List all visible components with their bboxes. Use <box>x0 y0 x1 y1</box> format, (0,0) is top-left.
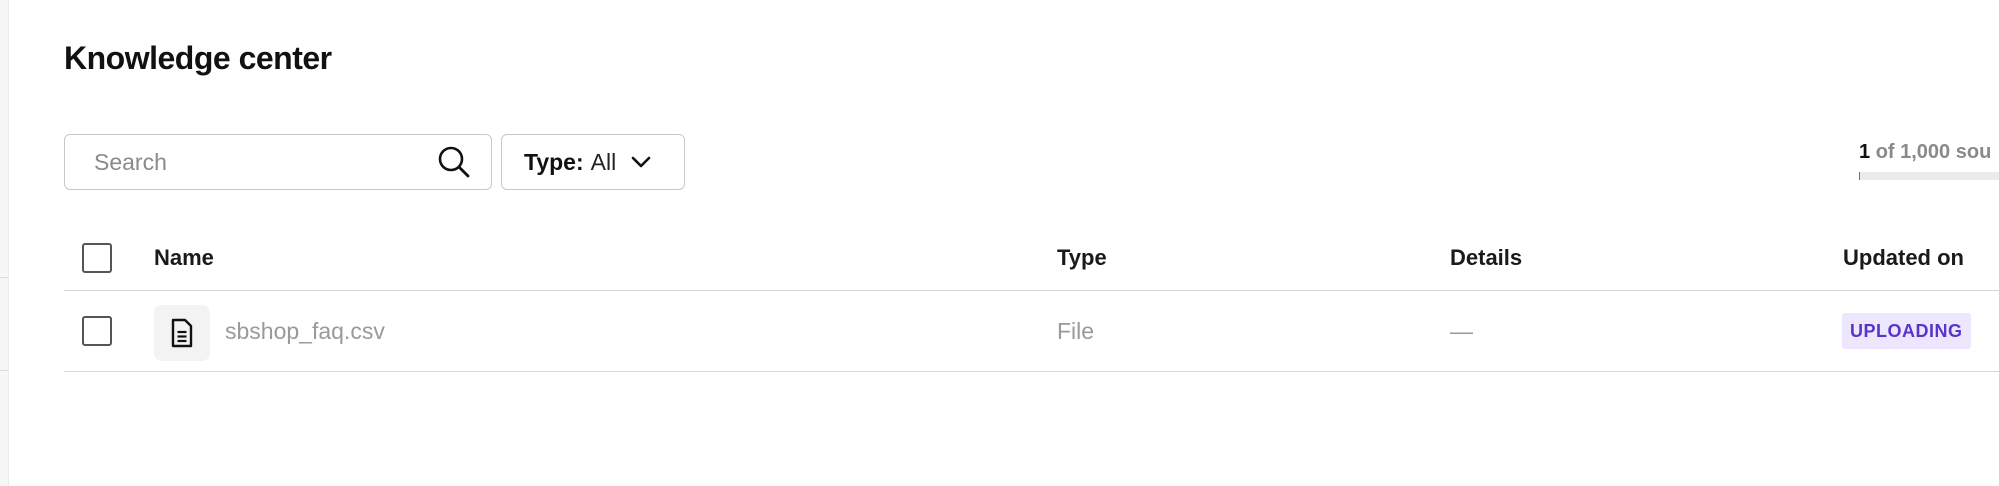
document-icon <box>154 305 210 361</box>
type-filter-label: Type: <box>524 148 584 175</box>
table-header-row: Name Type Details Updated on <box>64 226 1999 291</box>
select-all-checkbox[interactable] <box>82 243 112 273</box>
search-icon[interactable] <box>437 145 471 179</box>
row-details: — <box>1450 318 1473 344</box>
source-count-limit: of 1,000 sou <box>1875 141 1992 163</box>
row-select-checkbox[interactable] <box>82 316 112 346</box>
source-usage-bar <box>1859 172 1999 180</box>
rail-divider <box>0 370 8 371</box>
chevron-down-icon <box>630 155 652 169</box>
column-header-type[interactable]: Type <box>1057 226 1107 290</box>
type-filter-value: All <box>590 148 617 175</box>
left-rail <box>0 0 9 486</box>
type-filter-dropdown[interactable]: Type: All <box>501 134 685 190</box>
source-usage-fill <box>1859 172 1861 180</box>
source-count: 1 of 1,000 sou <box>1859 141 1991 164</box>
row-type: File <box>1057 318 1095 344</box>
row-file-name[interactable]: sbshop_faq.csv <box>225 291 385 371</box>
column-header-details[interactable]: Details <box>1450 226 1522 290</box>
column-header-updated-on[interactable]: Updated on <box>1843 226 1964 290</box>
search-box[interactable] <box>64 134 492 190</box>
status-badge: UPLOADING <box>1842 313 1971 349</box>
rail-divider <box>0 277 8 278</box>
table-row[interactable]: sbshop_faq.csv File — UPLOADING <box>64 291 1999 372</box>
sources-table: Name Type Details Updated on sbshop_faq.… <box>64 226 1999 372</box>
column-header-name[interactable]: Name <box>154 226 214 290</box>
page-title: Knowledge center <box>64 40 332 76</box>
search-input[interactable] <box>65 135 437 189</box>
source-count-number: 1 <box>1859 141 1871 163</box>
